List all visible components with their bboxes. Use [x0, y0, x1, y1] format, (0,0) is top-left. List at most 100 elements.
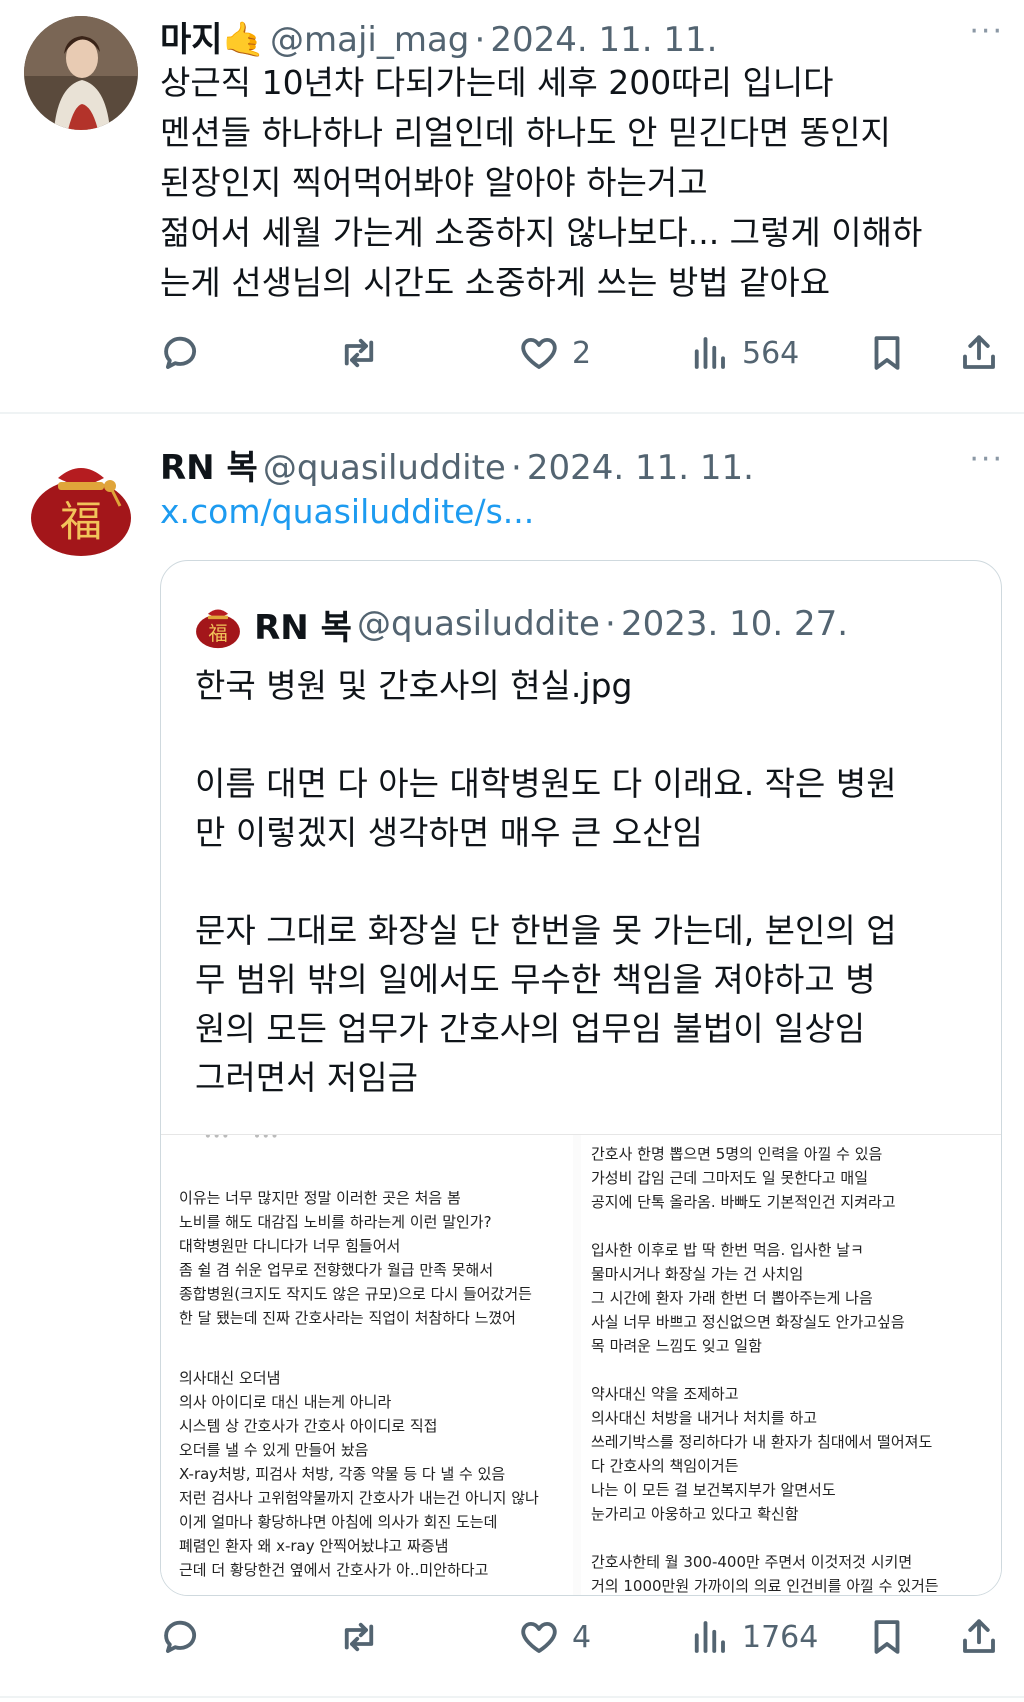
more-options-icon[interactable]: ··· [969, 442, 1004, 477]
tweet-header: 마지🤙 @maji_mag · 2024. 11. 11. [160, 12, 1000, 60]
display-name[interactable]: RN 복 [160, 448, 258, 488]
separator-dot: · [510, 448, 522, 488]
like-button[interactable]: 4 [518, 1612, 591, 1662]
lucky-bag-avatar-image: 福 [24, 444, 138, 558]
analytics-icon [694, 337, 725, 369]
avatar-glyph: 福 [60, 497, 102, 546]
screenshot-line: 노비를 해도 대감집 노비를 하라는게 이런 말인가? [179, 1213, 492, 1231]
quoted-user-handle: @quasiluddite [356, 604, 600, 644]
heart-icon [521, 1621, 557, 1653]
tweet-2: 福 RN 복 @quasiluddite · 2024. 11. 11. ···… [0, 414, 1024, 1702]
screenshot-line: 의사 아이디로 대신 내는게 아니라 [179, 1393, 392, 1411]
avatar[interactable] [24, 16, 138, 130]
screenshot-line: 저런 검사나 고위험약물까지 간호사가 내는건 아니지 않나 [179, 1489, 539, 1507]
tweet-date[interactable]: 2024. 11. 11. [490, 20, 717, 60]
like-button[interactable]: 2 [518, 328, 591, 378]
screenshot-line: 그 시간에 환자 가래 한번 더 뽑아주는게 나음 [591, 1289, 873, 1307]
tweet-header: RN 복 @quasiluddite · 2024. 11. 11. [160, 440, 1000, 488]
screenshot-line: 거의 1000만원 가까이의 의료 인건비를 아낄 수 있거든 [591, 1577, 939, 1595]
quoted-tweet-text: 한국 병원 및 간호사의 현실.jpg 이름 대면 다 아는 대학병원도 다 이… [195, 666, 897, 1097]
view-count: 564 [742, 335, 800, 371]
reply-button[interactable] [160, 1612, 202, 1662]
tweet-link[interactable]: x.com/quasiluddite/s... [160, 492, 534, 531]
retweet-icon [344, 1622, 374, 1652]
screenshot-line: 눈가리고 아웅하고 있다고 확신함 [591, 1505, 799, 1523]
screenshot-line: 이유는 너무 많지만 정말 이러한 곳은 처음 봄 [179, 1189, 461, 1207]
screenshot-line: 시스템 상 간호사가 간호사 아이디로 직접 [179, 1417, 438, 1435]
share-icon [963, 335, 995, 369]
screenshot-line: 다 간호사의 책임이거든 [591, 1457, 739, 1475]
like-count: 2 [572, 335, 592, 371]
screenshot-line: 종합병원(크지도 작지도 않은 규모)으로 다시 들어갔거든 [179, 1285, 532, 1303]
view-count: 1764 [742, 1619, 819, 1655]
screenshot-line: 한 달 됐는데 진짜 간호사라는 직업이 처참하다 느꼈어 [179, 1309, 516, 1327]
screenshot-line: 공지에 단톡 올라옴. 바빠도 기본적인건 지켜라고 [591, 1193, 896, 1211]
reply-icon [164, 1620, 197, 1653]
tweet-date[interactable]: 2024. 11. 11. [527, 448, 754, 488]
tweet-text-line: 젊어서 세월 가는게 소중하지 않나보다... 그렇게 이해하 [160, 213, 923, 252]
quoted-avatar: 福 [193, 599, 243, 649]
screenshot-line: 사실 너무 바쁘고 정신없으면 화장실도 안가고싶음 [591, 1313, 905, 1331]
screenshot-line: 이게 얼마나 황당하냐면 아침에 의사가 회진 도는데 [179, 1513, 498, 1531]
views-button[interactable]: 1764 [688, 1612, 818, 1662]
tweet-text: 상근직 10년차 다되가는데 세후 200따리 입니다 멘션들 하나하나 리얼인… [160, 58, 1004, 308]
lucky-bag-avatar-image: 福 [193, 599, 243, 649]
reply-button[interactable] [160, 328, 202, 378]
screenshot-line: 오더를 낼 수 있게 만들어 놨음 [179, 1441, 369, 1459]
screenshot-line: 입사한 이후로 밥 딱 한번 먹음. 입사한 날ㅋ [591, 1241, 864, 1259]
separator-dot: · [605, 604, 616, 644]
share-button[interactable] [958, 328, 1000, 378]
retweet-icon [344, 338, 374, 368]
quoted-tweet[interactable]: 福 RN 복 @quasiluddite · 2023. 10. 27. 한국 … [160, 560, 1002, 1596]
tweet-1: 마지🤙 @maji_mag · 2024. 11. 11. ··· 상근직 10… [0, 0, 1024, 412]
screenshot-line: X-ray처방, 피검사 처방, 각종 약물 등 다 낼 수 있음 [179, 1465, 506, 1483]
screenshot-line: 물마시거나 화장실 가는 건 사치임 [591, 1265, 804, 1283]
screenshot-line: 간호사한테 월 300-400만 주면서 이것저것 시키면 [591, 1553, 913, 1571]
avatar[interactable]: 福 [24, 444, 138, 558]
screenshot-line: 쓰레기박스를 정리하다가 내 환자가 침대에서 떨어져도 [591, 1433, 933, 1451]
like-count: 4 [572, 1619, 592, 1655]
screenshot-left-panel: ⌒ ∙∙∙ ⌒ ∙∙∙ ⌒ 이유는 너무 많지만 정말 이러한 곳은 처음 봄 … [161, 1135, 573, 1595]
action-bar: 2 564 [160, 328, 1000, 378]
attached-screenshot-image[interactable]: ⌒ ∙∙∙ ⌒ ∙∙∙ ⌒ 이유는 너무 많지만 정말 이러한 곳은 처음 봄 … [161, 1134, 1001, 1595]
quoted-avatar-glyph: 福 [208, 622, 227, 645]
tweet-text-line: 멘션들 하나하나 리얼인데 하나도 안 믿긴다면 똥인지 [160, 113, 891, 152]
screenshot-line: 약사대신 약을 조제하고 [591, 1385, 739, 1403]
quoted-tweet-date: 2023. 10. 27. [620, 604, 849, 644]
quoted-tweet-header: 福 RN 복 @quasiluddite · 2023. 10. 27. [193, 599, 848, 649]
quoted-display-name: RN 복 [254, 607, 352, 648]
tweet-divider [0, 1696, 1024, 1698]
views-button[interactable]: 564 [688, 328, 799, 378]
screenshot-line: 나는 이 모든 걸 보건복지부가 알면서도 [591, 1481, 836, 1499]
action-bar: 4 1764 [160, 1612, 1000, 1662]
tweet-text-line: 상근직 10년차 다되가는데 세후 200따리 입니다 [160, 63, 834, 102]
heart-icon [521, 337, 557, 369]
screenshot-line: 의사대신 오더냄 [179, 1369, 281, 1387]
screenshot-line: 근데 더 황당한건 옆에서 간호사가 아..미안하다고 [179, 1561, 489, 1579]
user-handle[interactable]: @maji_mag [270, 20, 469, 60]
bookmark-button[interactable] [866, 328, 908, 378]
avatar-portrait-image [24, 16, 138, 130]
retweet-button[interactable] [338, 328, 380, 378]
retweet-button[interactable] [338, 1612, 380, 1662]
screenshot-line: 좀 쉴 겸 쉬운 업무로 전향했다가 월급 만족 못해서 [179, 1261, 494, 1279]
screenshot-line: 대학병원만 다니다가 너무 힘들어서 [179, 1237, 401, 1255]
separator-dot: · [474, 20, 486, 60]
bookmark-icon [874, 336, 900, 370]
tweet-text-line: 는게 선생님의 시간도 소중하게 쓰는 방법 같아요 [160, 263, 831, 302]
share-icon [963, 1619, 995, 1653]
bookmark-button[interactable] [866, 1612, 908, 1662]
share-button[interactable] [958, 1612, 1000, 1662]
screenshot-line: 목 마려운 느낌도 잊고 일함 [591, 1337, 762, 1355]
more-options-icon[interactable]: ··· [969, 14, 1004, 49]
screenshot-faded-header: ⌒ ∙∙∙ ⌒ ∙∙∙ ⌒ [185, 1135, 298, 1144]
screenshot-right-panel: 간호사 한명 뽑으면 5명의 인력을 아낄 수 있음 가성비 갑임 근데 그마저… [581, 1135, 1001, 1595]
reply-icon [164, 336, 197, 369]
screenshot-line: 의사대신 처방을 내거나 처치를 하고 [591, 1409, 818, 1427]
screenshot-line: 폐렴인 환자 왜 x-ray 안찍어놨냐고 짜증냄 [179, 1537, 449, 1555]
user-handle[interactable]: @quasiluddite [263, 448, 506, 488]
screenshot-line: 가성비 갑임 근데 그마저도 일 못한다고 매일 [591, 1169, 869, 1187]
analytics-icon [694, 1621, 725, 1653]
tweet-text-line: 된장인지 찍어먹어봐야 알아야 하는거고 [160, 163, 708, 202]
display-name[interactable]: 마지🤙 [160, 20, 265, 60]
